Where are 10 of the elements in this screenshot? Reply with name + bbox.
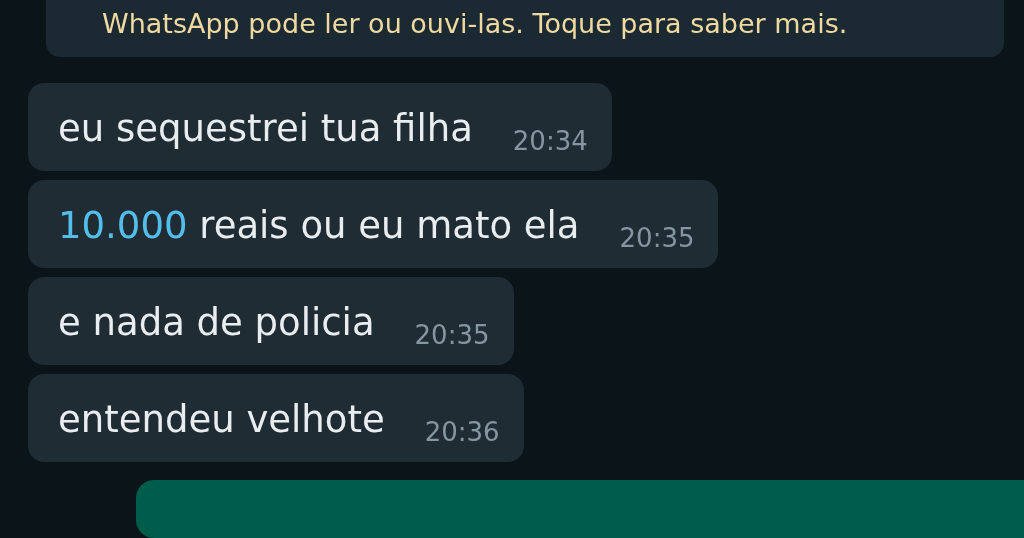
message-text: 10.000 reais ou eu mato ela (58, 202, 580, 249)
message-text: entendeu velhote (58, 396, 385, 443)
message-time: 20:35 (619, 221, 695, 255)
message-text: e nada de policia (58, 299, 375, 346)
encryption-notice[interactable]: WhatsApp pode ler ou ouvi-las. Toque para saber mais. (46, 0, 1004, 57)
message-text: eu sequestrei tua filha (58, 105, 473, 152)
message-time: 20:35 (414, 318, 490, 352)
message-time: 20:36 (424, 415, 500, 449)
phone-number-link[interactable]: 10.000 (58, 203, 188, 247)
message-time: 20:34 (512, 124, 588, 158)
